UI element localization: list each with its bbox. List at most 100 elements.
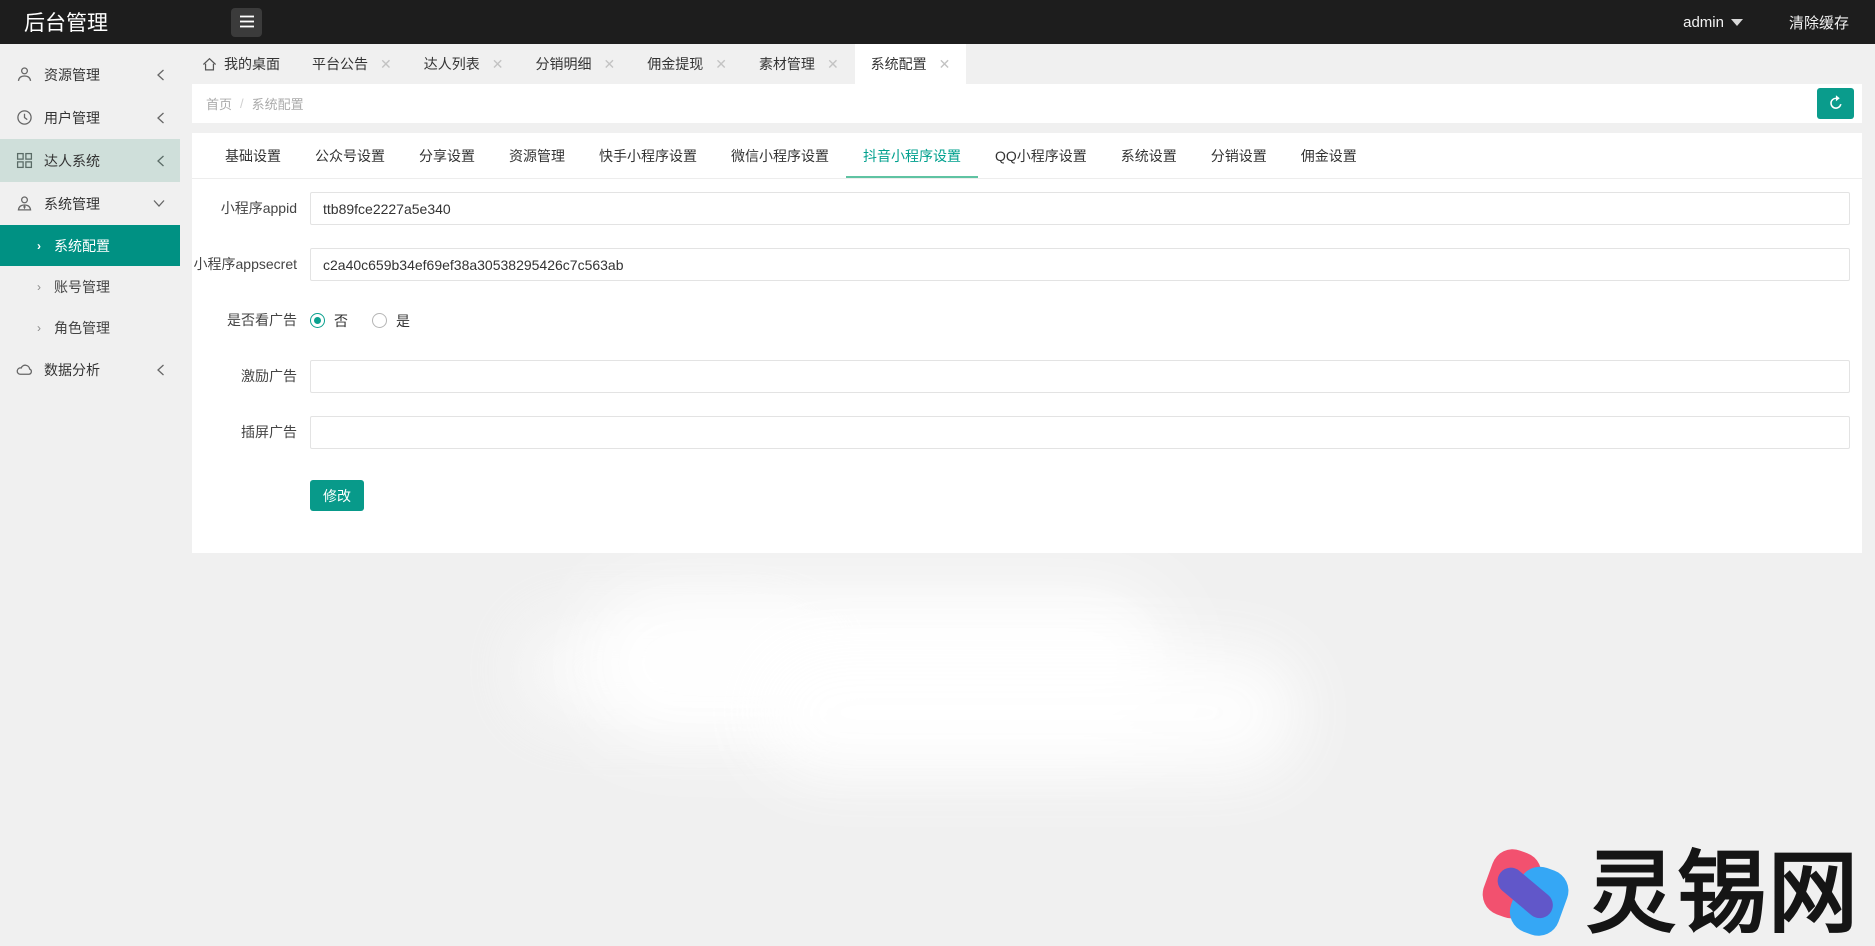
tab-label: 平台公告 [312,54,368,74]
app-title: 后台管理 [0,7,180,37]
tab-system-settings[interactable]: 系统设置 [1104,133,1194,178]
sidebar-subitem-account-manage[interactable]: › 账号管理 [0,266,180,307]
refresh-icon [1827,94,1844,114]
watch-ad-label: 是否看广告 [192,311,297,330]
interstitial-ad-label: 插屏广告 [192,423,297,442]
close-icon[interactable]: ✕ [380,57,392,71]
tab-official-account-settings[interactable]: 公众号设置 [298,133,402,178]
chevron-down-icon [1731,19,1743,26]
site-logo: 灵锡网 [1479,845,1859,942]
appsecret-label: 小程序appsecret [192,255,297,274]
chevron-right-icon: › [37,239,41,253]
cloud-icon [16,361,33,378]
tab-distribution-detail[interactable]: 分销明细 ✕ [519,44,631,84]
sidebar-item-analytics[interactable]: 数据分析 [0,348,180,391]
grid-icon [16,152,33,169]
form-row-interstitial-ad: 插屏广告 [192,416,1850,449]
sidebar-item-experts[interactable]: 达人系统 [0,139,180,182]
clock-icon [16,109,33,126]
chevron-left-icon [156,69,165,81]
settings-tab-bar: 基础设置 公众号设置 分享设置 资源管理 快手小程序设置 微信小程序设置 抖音小… [192,133,1862,179]
tab-label: 素材管理 [759,54,815,74]
tab-qq-miniapp-settings[interactable]: QQ小程序设置 [978,133,1104,178]
sidebar-item-users[interactable]: 用户管理 [0,96,180,139]
tab-label: 佣金提现 [647,54,703,74]
radio-no[interactable] [310,313,325,328]
appid-label: 小程序appid [192,199,297,218]
hamburger-icon [239,15,255,31]
tab-share-settings[interactable]: 分享设置 [402,133,492,178]
chevron-left-icon [156,155,165,167]
tab-label: 我的桌面 [224,54,280,74]
tab-resource-settings[interactable]: 资源管理 [492,133,582,178]
close-icon[interactable]: ✕ [827,57,839,71]
sidebar-subitem-role-manage[interactable]: › 角色管理 [0,307,180,348]
close-icon[interactable]: ✕ [603,57,615,71]
sidebar-item-label: 数据分析 [44,360,100,380]
chevron-down-icon [153,199,165,208]
douyin-settings-form: 小程序appid 小程序appsecret 是否看广告 否 是 激励广告 插屏广… [192,179,1862,511]
tab-expert-list[interactable]: 达人列表 ✕ [408,44,520,84]
tab-wechat-miniapp-settings[interactable]: 微信小程序设置 [714,133,846,178]
tab-commission-settings[interactable]: 佣金设置 [1284,133,1374,178]
tab-douyin-miniapp-settings[interactable]: 抖音小程序设置 [846,133,978,178]
tab-basic-settings[interactable]: 基础设置 [208,133,298,178]
form-row-reward-ad: 激励广告 [192,360,1850,393]
clear-cache-button[interactable]: 清除缓存 [1789,12,1849,33]
sidebar-item-resources[interactable]: 资源管理 [0,53,180,96]
watermark-blur [760,650,1300,775]
tab-my-desktop[interactable]: 我的桌面 [186,44,296,84]
sidebar-item-label: 用户管理 [44,108,100,128]
chevron-left-icon [156,112,165,124]
tab-label: 达人列表 [424,54,480,74]
sidebar-subitem-system-config[interactable]: › 系统配置 [0,225,180,266]
form-row-appsecret: 小程序appsecret [192,248,1850,281]
appid-input[interactable] [310,192,1850,225]
reward-ad-input[interactable] [310,360,1850,393]
submit-button[interactable]: 修改 [310,480,364,511]
breadcrumb-home[interactable]: 首页 [206,94,232,113]
sidebar-subitem-label: 系统配置 [54,236,110,256]
form-row-watch-ad: 是否看广告 否 是 [192,304,1850,337]
tab-label: 分销明细 [535,54,591,74]
sidebar-item-system[interactable]: 系统管理 [0,182,180,225]
tab-label: 系统配置 [871,54,927,74]
window-tab-bar: 我的桌面 平台公告 ✕ 达人列表 ✕ 分销明细 ✕ 佣金提现 ✕ 素材管理 ✕ … [180,44,1875,84]
close-icon[interactable]: ✕ [715,57,727,71]
breadcrumb-current: 系统配置 [252,94,304,113]
close-icon[interactable]: ✕ [939,57,951,71]
tab-system-config[interactable]: 系统配置 ✕ [855,44,967,84]
user-menu[interactable]: admin [1683,14,1743,31]
sidebar: 资源管理 用户管理 达人系统 系统管理 › 系统配置 [0,44,180,946]
tab-material-manage[interactable]: 素材管理 ✕ [743,44,855,84]
watch-ad-radio-group: 否 是 [310,304,434,337]
sidebar-subitem-label: 账号管理 [54,277,110,297]
logo-text: 灵锡网 [1586,849,1859,939]
sidebar-item-label: 系统管理 [44,194,100,214]
close-icon[interactable]: ✕ [492,57,504,71]
topbar-right: admin 清除缓存 [1683,12,1875,33]
chevron-left-icon [156,364,165,376]
form-row-submit: 修改 [192,480,1850,511]
sidebar-item-label: 达人系统 [44,151,100,171]
radio-yes-label[interactable]: 是 [396,311,410,331]
user-name: admin [1683,14,1724,31]
tab-commission-withdraw[interactable]: 佣金提现 ✕ [631,44,743,84]
radio-yes[interactable] [372,313,387,328]
tab-distribution-settings[interactable]: 分销设置 [1194,133,1284,178]
interstitial-ad-input[interactable] [310,416,1850,449]
chevron-right-icon: › [37,321,41,335]
refresh-button[interactable] [1817,88,1854,119]
breadcrumb-bar: 首页 / 系统配置 [192,84,1862,123]
topbar: 后台管理 admin 清除缓存 [0,0,1875,44]
tab-kuaishou-miniapp-settings[interactable]: 快手小程序设置 [582,133,714,178]
reward-ad-label: 激励广告 [192,367,297,386]
sidebar-subitem-label: 角色管理 [54,318,110,338]
radio-no-label[interactable]: 否 [334,311,348,331]
user-icon [16,66,33,83]
appsecret-input[interactable] [310,248,1850,281]
sidebar-toggle-button[interactable] [231,8,262,37]
form-row-appid: 小程序appid [192,192,1850,225]
chevron-right-icon: › [37,280,41,294]
tab-platform-notice[interactable]: 平台公告 ✕ [296,44,408,84]
